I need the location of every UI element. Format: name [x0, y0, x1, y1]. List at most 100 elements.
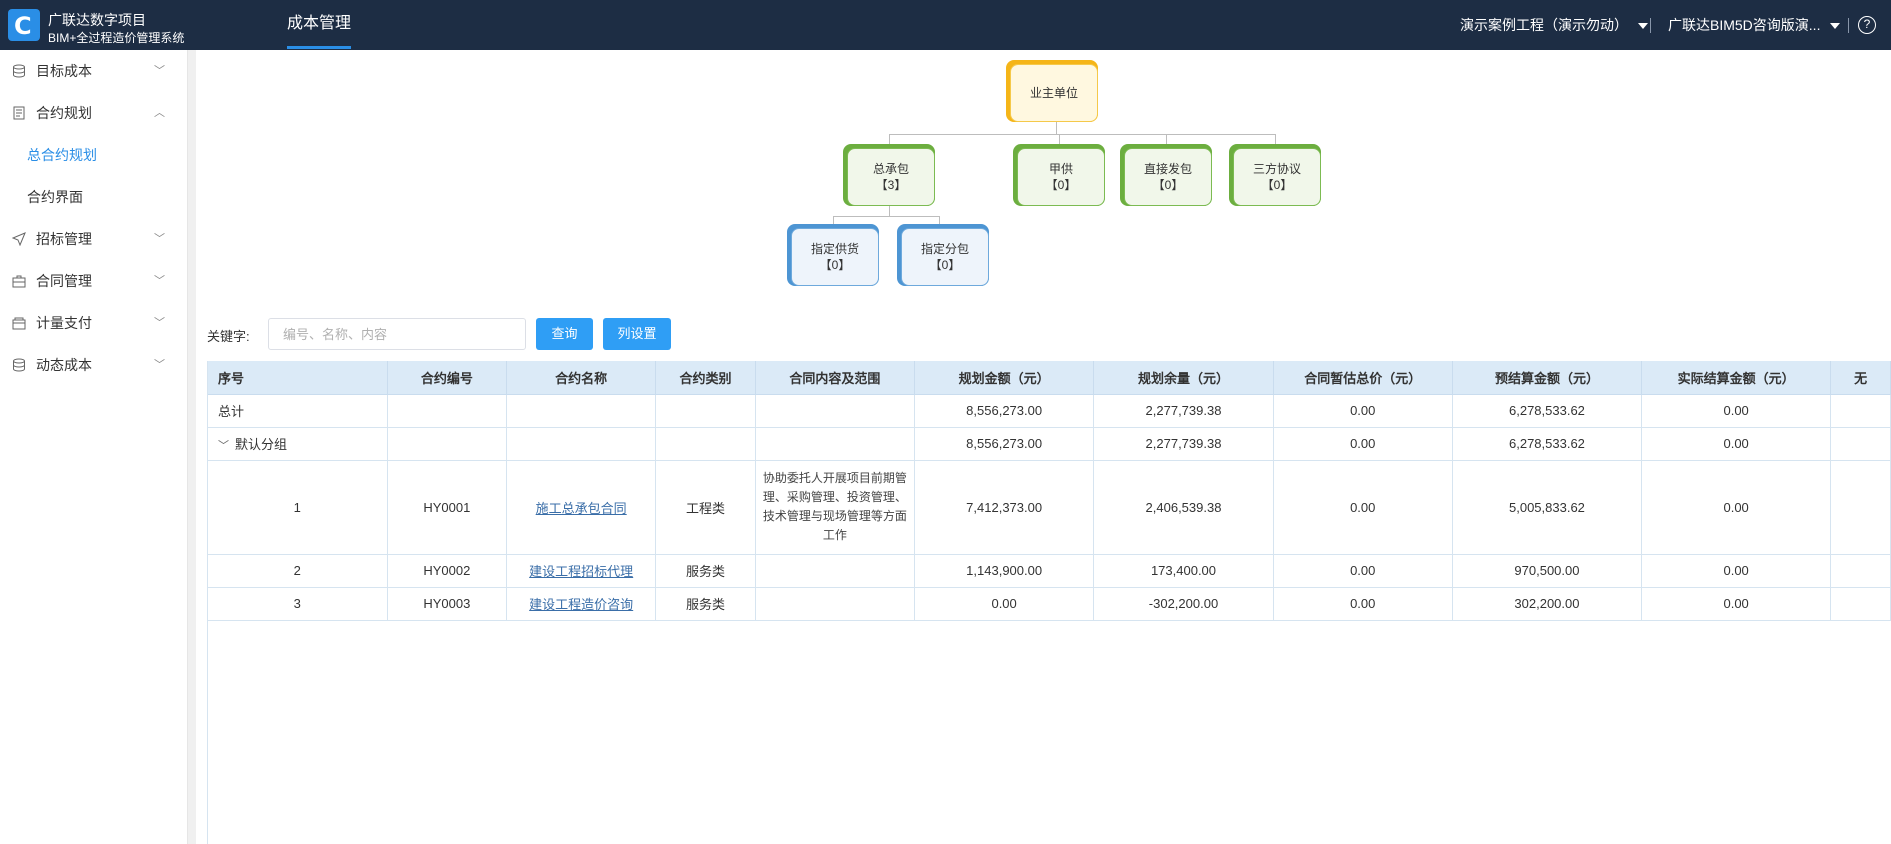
org-node-direct-contract[interactable]: 直接发包 【0】	[1120, 144, 1212, 206]
table-row: 3 HY0003 建设工程造价咨询 服务类 0.00 -302,200.00 0…	[208, 587, 1891, 621]
chevron-down-icon: ﹀	[154, 65, 165, 77]
cell-empty	[1830, 587, 1891, 621]
org-connector	[889, 134, 1275, 135]
cell-code: HY0001	[387, 460, 508, 555]
cell-plan-amount: 0.00	[914, 587, 1095, 621]
org-node-designated-supply[interactable]: 指定供货【0】	[787, 224, 879, 286]
query-button[interactable]: 查询	[536, 318, 593, 350]
database-icon	[13, 64, 25, 78]
app-logo[interactable]: C	[8, 9, 40, 41]
org-node-owner[interactable]: 业主单位	[1006, 60, 1098, 122]
cell-seq: 3	[208, 587, 388, 621]
col-header-pre-settle[interactable]: 预结算金额（元）	[1452, 361, 1643, 395]
cell-group-label[interactable]: ﹀ 默认分组	[208, 427, 388, 461]
sidebar-item-label: 合同管理	[36, 273, 92, 289]
user-select[interactable]: 广联达BIM5D咨询版演...	[1668, 0, 1841, 50]
cell-empty	[387, 427, 508, 461]
sidebar: 目标成本 ﹀ 合约规划 ︿ 总合约规划 合约界面 招标管理 ﹀ 合同管理 ﹀ 计…	[0, 50, 188, 844]
org-node-title: 三方协议	[1252, 162, 1301, 176]
cell-plan-amount: 8,556,273.00	[914, 394, 1095, 428]
sidebar-item-dynamic-cost[interactable]: 动态成本 ﹀	[0, 344, 188, 386]
active-tab-indicator	[287, 46, 351, 49]
org-connector	[889, 134, 890, 144]
cell-provisional: 0.00	[1273, 427, 1453, 461]
cell-name: 建设工程造价咨询	[506, 587, 657, 621]
cell-empty	[387, 394, 508, 428]
org-node-owner-supply[interactable]: 甲供 【0】	[1013, 144, 1105, 206]
cell-empty	[755, 394, 915, 428]
sidebar-item-contract-management[interactable]: 合同管理 ﹀	[0, 260, 188, 302]
org-node-count: 【0】	[929, 258, 961, 272]
contract-name-link[interactable]: 建设工程招标代理	[529, 564, 633, 579]
cell-plan-amount: 7,412,373.00	[914, 460, 1095, 555]
header-divider	[1848, 18, 1849, 33]
org-node-general-contract[interactable]: 总承包 【3】	[843, 144, 935, 206]
top-header: C 广联达数字项目 BIM+全过程造价管理系统 成本管理 演示案例工程（演示勿动…	[0, 0, 1891, 50]
column-settings-button[interactable]: 列设置	[603, 318, 671, 350]
keyword-search-input[interactable]	[268, 318, 526, 350]
cell-plan-remain: 173,400.00	[1093, 554, 1274, 588]
cell-pre-settle: 6,278,533.62	[1452, 394, 1643, 428]
org-connector	[1166, 134, 1167, 144]
col-header-actual-settle[interactable]: 实际结算金额（元）	[1641, 361, 1832, 395]
chevron-down-icon	[1638, 23, 1648, 30]
cell-seq: 2	[208, 554, 388, 588]
cell-empty	[1830, 460, 1891, 555]
sidebar-item-label: 计量支付	[36, 315, 92, 331]
sidebar-item-contract-planning[interactable]: 合约规划 ︿	[0, 92, 188, 134]
org-node-body: 总承包 【3】	[847, 148, 935, 206]
cell-provisional: 0.00	[1273, 554, 1453, 588]
col-header-scope[interactable]: 合同内容及范围	[755, 361, 915, 395]
cell-name: 建设工程招标代理	[506, 554, 657, 588]
cell-code: HY0002	[387, 554, 508, 588]
org-connector	[833, 216, 834, 224]
chevron-down-icon: ﹀	[154, 317, 165, 329]
sidebar-item-label: 合约规划	[36, 105, 92, 121]
org-node-designated-subcontract[interactable]: 指定分包 【0】	[897, 224, 989, 286]
col-header-category[interactable]: 合约类别	[655, 361, 756, 395]
table-row-total: 总计 8,556,273.00 2,277,739.38 0.00 6,278,…	[208, 394, 1891, 428]
user-select-label: 广联达BIM5D咨询版演...	[1668, 17, 1821, 33]
group-label: 默认分组	[235, 437, 288, 452]
org-node-count: 【0】	[1261, 178, 1293, 192]
col-header-seq[interactable]: 序号	[208, 361, 388, 395]
col-header-plan-amount[interactable]: 规划金额（元）	[914, 361, 1095, 395]
sidebar-subitem-total-planning[interactable]: 总合约规划	[0, 134, 188, 176]
org-node-count: 【0】	[1152, 178, 1184, 192]
sidebar-item-label: 招标管理	[36, 231, 92, 247]
cell-empty	[506, 394, 657, 428]
cell-actual-settle: 0.00	[1641, 427, 1832, 461]
sidebar-subitem-label: 总合约规划	[27, 147, 97, 163]
cell-name: 施工总承包合同	[506, 460, 657, 555]
col-header-name[interactable]: 合约名称	[506, 361, 657, 395]
sidebar-subitem-contract-interface[interactable]: 合约界面	[0, 176, 188, 218]
sidebar-scrollbar[interactable]	[188, 50, 196, 844]
sidebar-subitem-label: 合约界面	[27, 189, 83, 205]
org-node-tripartite[interactable]: 三方协议【0】	[1229, 144, 1321, 206]
chevron-up-icon: ︿	[154, 107, 165, 119]
org-node-count: 【0】	[819, 258, 851, 272]
col-header-truncated[interactable]: 无	[1830, 361, 1891, 395]
sidebar-item-target-cost[interactable]: 目标成本 ﹀	[0, 50, 188, 92]
col-header-provisional[interactable]: 合同暂估总价（元）	[1273, 361, 1453, 395]
contract-name-link[interactable]: 施工总承包合同	[536, 501, 627, 516]
project-select[interactable]: 演示案例工程（演示勿动）	[1460, 0, 1648, 50]
help-icon[interactable]: ?	[1858, 16, 1876, 34]
cell-plan-amount: 8,556,273.00	[914, 427, 1095, 461]
cell-provisional: 0.00	[1273, 587, 1453, 621]
tab-cost-management[interactable]: 成本管理	[287, 0, 351, 50]
col-header-code[interactable]: 合约编号	[387, 361, 508, 395]
org-node-title: 总承包	[872, 162, 909, 176]
cell-actual-settle: 0.00	[1641, 394, 1832, 428]
org-node-body: 甲供 【0】	[1017, 148, 1105, 206]
cell-pre-settle: 6,278,533.62	[1452, 427, 1643, 461]
chevron-down-icon[interactable]: ﹀	[218, 437, 229, 453]
col-header-plan-remain[interactable]: 规划余量（元）	[1093, 361, 1274, 395]
sidebar-item-measurement-payment[interactable]: 计量支付 ﹀	[0, 302, 188, 344]
cell-category: 服务类	[655, 554, 756, 588]
org-connector	[1056, 122, 1057, 134]
org-node-title: 指定供货	[810, 242, 859, 256]
contract-name-link[interactable]: 建设工程造价咨询	[529, 597, 633, 612]
org-connector	[833, 216, 939, 217]
sidebar-item-bidding[interactable]: 招标管理 ﹀	[0, 218, 188, 260]
